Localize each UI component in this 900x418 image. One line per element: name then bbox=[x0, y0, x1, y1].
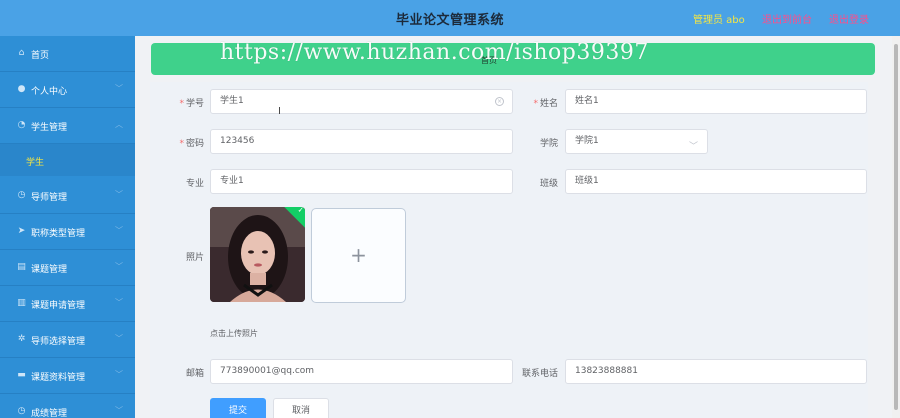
gear-icon: ✲ bbox=[17, 334, 26, 344]
chevron-down-icon: ﹀ bbox=[115, 190, 123, 199]
clock-icon: ◷ bbox=[17, 190, 26, 200]
scrollbar-thumb[interactable] bbox=[894, 44, 898, 410]
class-input[interactable]: 班级1 bbox=[565, 169, 867, 194]
name-label: * 姓名 bbox=[522, 96, 558, 109]
home-icon: ⌂ bbox=[18, 48, 25, 58]
class-value: 班级1 bbox=[575, 176, 599, 186]
student-no-label: * 学号 bbox=[168, 96, 204, 109]
student-no-value: 学生1 bbox=[220, 96, 244, 106]
email-input[interactable]: 773890001@qq.com bbox=[210, 359, 513, 384]
email-value: 773890001@qq.com bbox=[220, 366, 315, 376]
sidebar-item-topics[interactable]: ▤ 课题管理 ﹀ bbox=[0, 250, 135, 286]
name-input[interactable]: 姓名1 bbox=[565, 89, 867, 114]
sidebar-item-profile[interactable]: ● 个人中心 ﹀ bbox=[0, 72, 135, 108]
password-input[interactable]: 123456 bbox=[210, 129, 513, 154]
sidebar-item-home[interactable]: ⌂ 首页 bbox=[0, 36, 135, 72]
chevron-down-icon: ﹀ bbox=[115, 298, 123, 307]
portrait-image bbox=[210, 207, 305, 302]
front-link[interactable]: 退出到前台 bbox=[762, 11, 812, 26]
plus-icon: + bbox=[350, 243, 367, 267]
sidebar-item-advisors[interactable]: ◷ 导师管理 ﹀ bbox=[0, 178, 135, 214]
college-select[interactable]: 学院1 ﹀ bbox=[565, 129, 708, 154]
user-icon: ● bbox=[17, 84, 26, 94]
sidebar-item-grades[interactable]: ◷ 成绩管理 ﹀ bbox=[0, 394, 135, 418]
sidebar-item-topic-applications[interactable]: ▥ 课题申请管理 ﹀ bbox=[0, 286, 135, 322]
upload-photo-button[interactable]: + bbox=[311, 208, 406, 303]
sidebar-item-label: 课题管理 bbox=[31, 265, 68, 275]
college-value: 学院1 bbox=[575, 136, 599, 146]
chevron-down-icon: ﹀ bbox=[115, 334, 123, 343]
major-value: 专业1 bbox=[220, 176, 244, 186]
top-header: 毕业论文管理系统 管理员 abo 退出到前台 退出登录 bbox=[0, 0, 900, 36]
student-no-input[interactable]: 学生1 × bbox=[210, 89, 513, 114]
text-cursor-icon: I bbox=[278, 106, 281, 117]
sidebar-item-label: 导师管理 bbox=[31, 193, 68, 203]
chevron-down-icon: ﹀ bbox=[115, 406, 123, 415]
watermark-text: https://www.huzhan.com/ishop39397 bbox=[220, 40, 649, 65]
college-label: 学院 bbox=[539, 139, 558, 149]
sidebar-item-label: 课题申请管理 bbox=[31, 301, 86, 311]
password-label-text: 密码 bbox=[185, 139, 204, 149]
email-label: 邮箱 bbox=[185, 369, 204, 379]
name-label-text: 姓名 bbox=[539, 99, 558, 109]
sidebar-subitem-student[interactable]: 学生 bbox=[0, 144, 135, 176]
admin-label: 管理员 abo bbox=[693, 15, 745, 26]
send-icon: ➤ bbox=[17, 226, 26, 236]
class-label: 班级 bbox=[539, 179, 558, 189]
password-label: * 密码 bbox=[168, 136, 204, 149]
upload-hint: 点击上传照片 bbox=[210, 329, 258, 338]
chevron-down-icon: ﹀ bbox=[115, 84, 123, 93]
chevron-down-icon: ﹀ bbox=[688, 142, 698, 152]
sidebar-item-label: 成绩管理 bbox=[31, 409, 68, 418]
required-mark: * bbox=[179, 99, 184, 109]
clock-icon: ◷ bbox=[17, 406, 26, 416]
required-mark: * bbox=[533, 99, 538, 109]
logout-link[interactable]: 退出登录 bbox=[829, 11, 869, 26]
sidebar-item-label: 学生管理 bbox=[31, 123, 68, 133]
sidebar-item-students[interactable]: ◔ 学生管理 ︿ bbox=[0, 108, 135, 144]
student-no-label-text: 学号 bbox=[185, 99, 204, 109]
cancel-button[interactable]: 取消 bbox=[273, 398, 329, 418]
sidebar-item-label: 首页 bbox=[31, 51, 50, 61]
sidebar-item-topic-materials[interactable]: ▬ 课题资料管理 ﹀ bbox=[0, 358, 135, 394]
clear-icon[interactable]: × bbox=[495, 97, 504, 106]
message-icon: ▬ bbox=[17, 370, 26, 380]
sidebar: ⌂ 首页 ● 个人中心 ﹀ ◔ 学生管理 ︿ 学生 ◷ 导师管理 ﹀ ➤ 职称类… bbox=[0, 36, 135, 418]
required-mark: * bbox=[179, 139, 184, 149]
chevron-down-icon: ﹀ bbox=[115, 370, 123, 379]
uploaded-photo[interactable]: ✓ bbox=[210, 207, 305, 302]
sidebar-item-label: 职称类型管理 bbox=[31, 229, 86, 239]
photo-label: 照片 bbox=[185, 253, 204, 263]
phone-input[interactable]: 13823888881 bbox=[565, 359, 867, 384]
password-value: 123456 bbox=[220, 136, 255, 146]
phone-value: 13823888881 bbox=[575, 366, 638, 376]
chart-icon: ▥ bbox=[17, 298, 26, 308]
student-icon: ◔ bbox=[17, 120, 26, 130]
sidebar-item-label: 导师选择管理 bbox=[31, 337, 86, 347]
sidebar-item-advisor-selection[interactable]: ✲ 导师选择管理 ﹀ bbox=[0, 322, 135, 358]
major-label: 专业 bbox=[185, 179, 204, 189]
phone-label: 联系电话 bbox=[521, 369, 558, 379]
chevron-down-icon: ﹀ bbox=[115, 262, 123, 271]
name-value: 姓名1 bbox=[575, 96, 599, 106]
sidebar-subitem-label: 学生 bbox=[26, 158, 45, 168]
chevron-down-icon: ﹀ bbox=[115, 226, 123, 235]
sidebar-item-label: 个人中心 bbox=[31, 87, 68, 97]
submit-button[interactable]: 提交 bbox=[210, 398, 266, 418]
chevron-up-icon: ︿ bbox=[115, 120, 123, 129]
major-input[interactable]: 专业1 bbox=[210, 169, 513, 194]
sidebar-item-title-types[interactable]: ➤ 职称类型管理 ﹀ bbox=[0, 214, 135, 250]
check-icon: ✓ bbox=[297, 207, 305, 215]
doc-icon: ▤ bbox=[17, 262, 26, 272]
sidebar-item-label: 课题资料管理 bbox=[31, 373, 86, 383]
